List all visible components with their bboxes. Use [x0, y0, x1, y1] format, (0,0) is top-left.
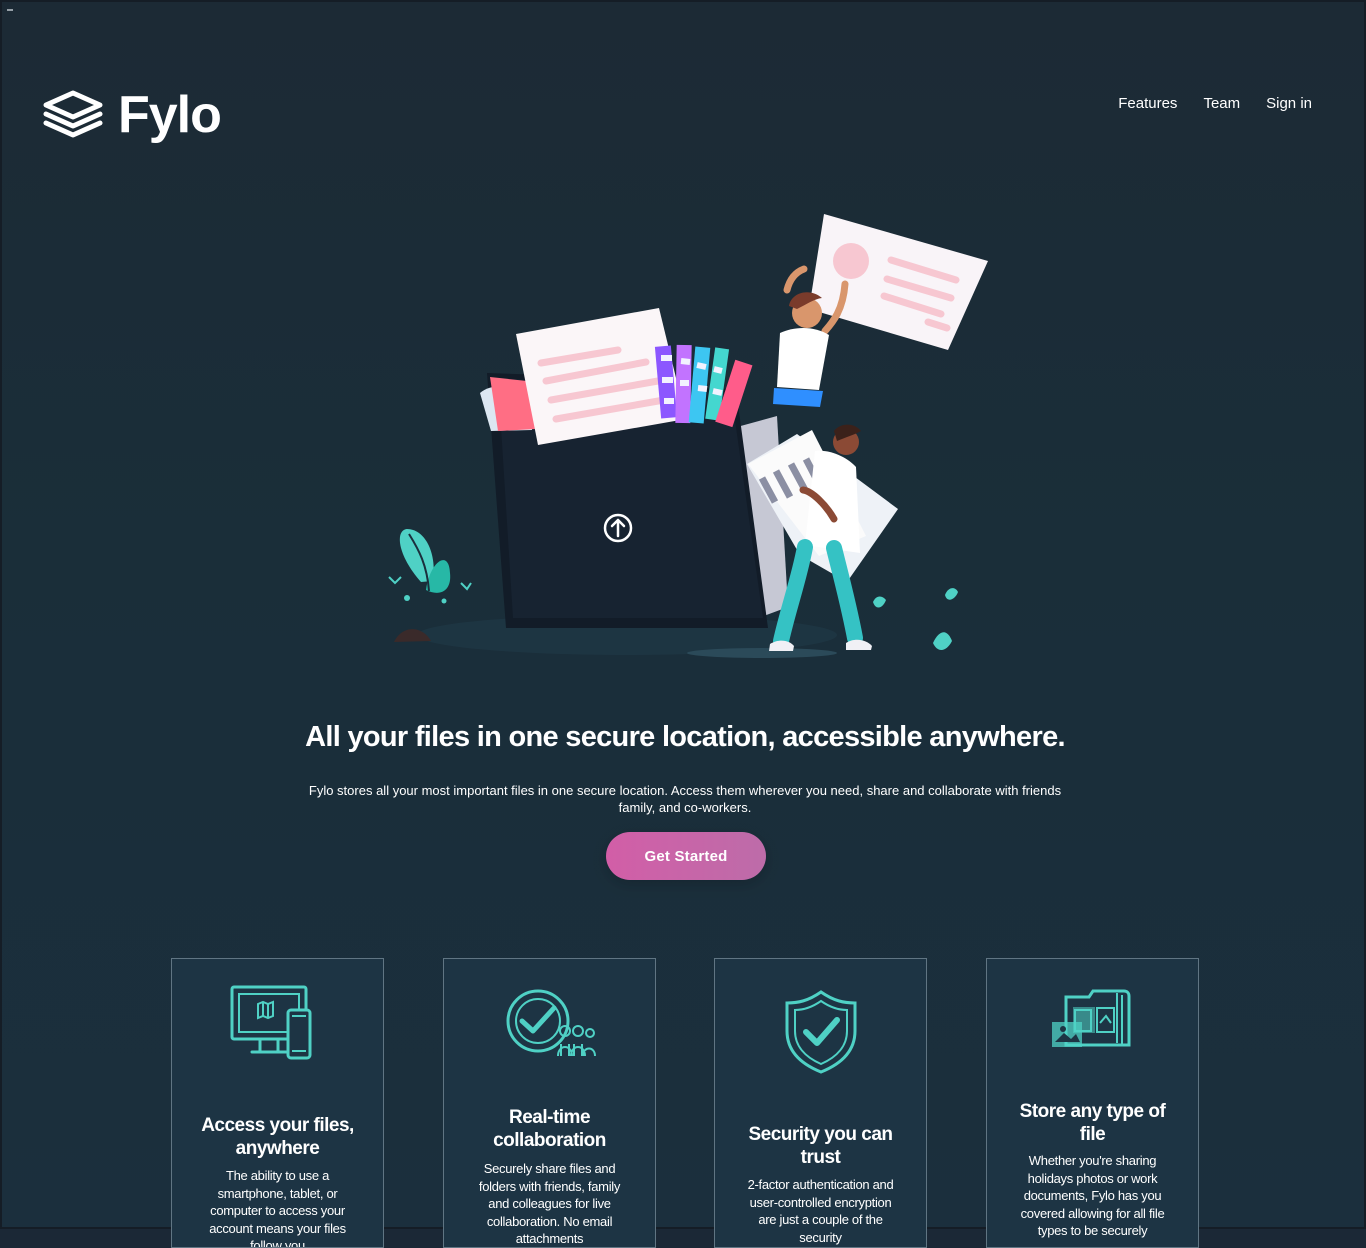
feature-title: Access your files, anywhere — [201, 1114, 354, 1159]
get-started-button[interactable]: Get Started — [606, 832, 766, 880]
brand-name: Fylo — [118, 86, 222, 144]
nav-team-link[interactable]: Team — [1203, 95, 1240, 112]
corner-mark — [7, 9, 13, 11]
devices-icon — [230, 985, 311, 1060]
feature-card-access: Access your files, anywhere The ability … — [171, 958, 384, 1248]
collaboration-icon — [506, 989, 596, 1057]
feature-card-security: Security you can trust 2-factor authenti… — [714, 958, 927, 1248]
file-types-icon — [1051, 989, 1130, 1047]
stacked-layers-icon — [43, 90, 103, 138]
feature-title: Security you can trust — [748, 1123, 893, 1168]
feature-card-file-types: Store any type of file Whether you're sh… — [986, 958, 1199, 1248]
feature-title: Real-time collaboration — [493, 1106, 606, 1151]
nav-sign-in-link[interactable]: Sign in — [1266, 95, 1312, 112]
feature-description: 2-factor authentication and user-control… — [747, 1177, 894, 1245]
feature-title: Store any type of file — [1019, 1100, 1166, 1145]
site-header: Fylo Features Team Sign in — [42, 80, 1312, 150]
brand-logo-link[interactable]: Fylo — [42, 86, 222, 144]
hero-title: All your files in one secure location, a… — [305, 721, 1065, 754]
main-nav: Features Team Sign in — [1118, 95, 1312, 112]
hero-description: Fylo stores all your most important file… — [308, 783, 1062, 815]
hero-illustration — [388, 214, 988, 658]
shield-check-icon — [785, 990, 856, 1074]
feature-card-collaboration: Real-time collaboration Securely share f… — [443, 958, 656, 1248]
feature-description: Securely share files and folders with fr… — [478, 1161, 621, 1246]
feature-description: The ability to use a smartphone, tablet,… — [209, 1168, 346, 1248]
landing-page: Fylo Features Team Sign in All your file… — [0, 0, 1366, 1248]
feature-description: Whether you're sharing holidays photos o… — [1020, 1153, 1165, 1238]
nav-features-link[interactable]: Features — [1118, 95, 1177, 112]
